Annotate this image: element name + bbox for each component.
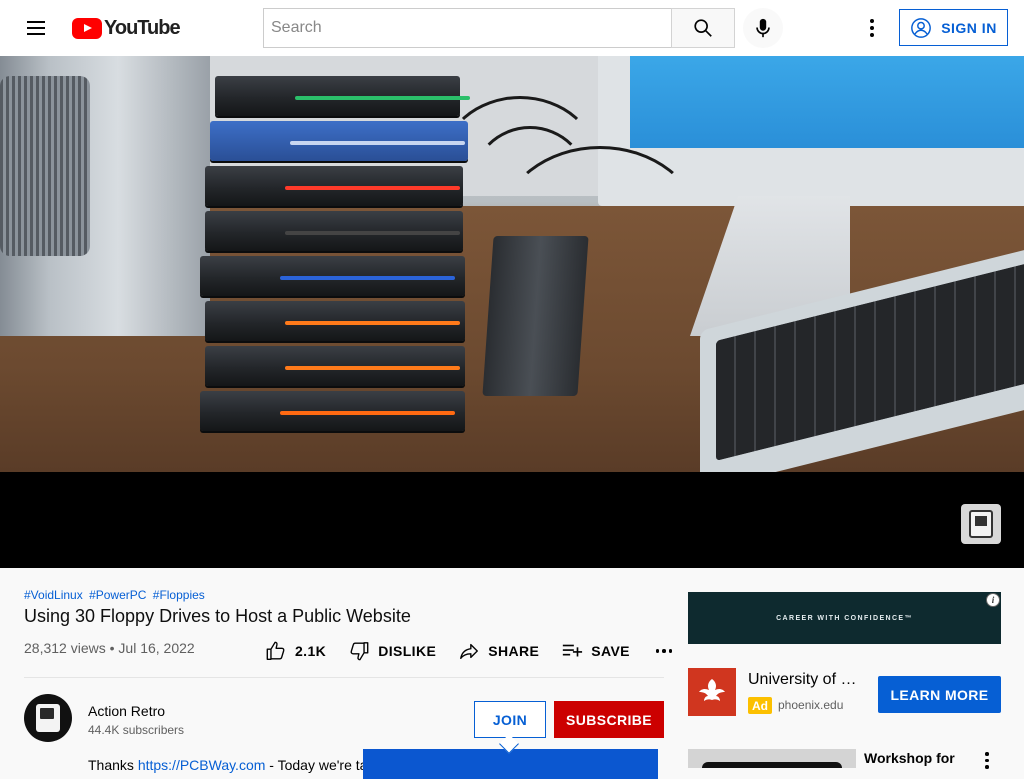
dislike-button[interactable]: DISLIKE (348, 640, 436, 662)
sign-in-button[interactable]: SIGN IN (899, 9, 1008, 46)
menu-icon (27, 21, 45, 23)
voice-search-button[interactable] (743, 8, 783, 48)
mac-icon (36, 704, 60, 732)
video-frame[interactable] (0, 56, 1024, 472)
like-icon (266, 641, 285, 660)
computer-tower-image (0, 56, 210, 336)
dislike-icon (350, 642, 369, 661)
save-button[interactable]: SAVE (561, 640, 630, 662)
video-info: #VoidLinux #PowerPC #Floppies Using 30 F… (24, 568, 673, 779)
more-vert-icon (985, 752, 989, 756)
like-button[interactable]: 2.1K (265, 640, 326, 662)
ad-banner[interactable]: CAREER WITH CONFIDENCE™ (688, 592, 1001, 644)
description-prefix: Thanks (88, 757, 138, 773)
ad-banner-text: CAREER WITH CONFIDENCE™ (776, 614, 913, 622)
dislike-label: DISLIKE (378, 643, 437, 659)
related-video-title[interactable]: Workshop for (864, 750, 955, 766)
menu-button[interactable] (16, 8, 56, 48)
view-count: 28,312 views (24, 640, 106, 656)
hashtag-link[interactable]: #Floppies (153, 588, 205, 602)
search-box[interactable] (263, 8, 672, 48)
join-tooltip (363, 749, 658, 779)
youtube-logo[interactable]: YouTube (72, 16, 181, 39)
channel-name[interactable]: Action Retro (88, 703, 165, 719)
search-icon (694, 19, 712, 37)
ad-domain: phoenix.edu (778, 698, 844, 712)
share-icon (460, 643, 479, 660)
description-text: - Today we're ta (265, 757, 368, 773)
separator: • (109, 640, 115, 656)
related-video-menu-button[interactable] (985, 752, 989, 769)
search-input[interactable] (271, 19, 671, 37)
channel-watermark[interactable] (961, 504, 1001, 544)
channel-avatar[interactable] (24, 694, 72, 742)
hashtag-link[interactable]: #VoidLinux (24, 588, 83, 602)
settings-more-button[interactable] (852, 8, 892, 48)
mic-icon (756, 18, 770, 38)
subscriber-count: 44.4K subscribers (88, 723, 185, 737)
like-count: 2.1K (295, 643, 327, 659)
view-info: 28,312 views • Jul 16, 2022 (24, 640, 195, 656)
account-icon (911, 17, 932, 38)
ad-badge: Ad (748, 697, 772, 714)
mac-icon (969, 510, 993, 538)
share-button[interactable]: SHARE (458, 640, 539, 662)
more-actions-button[interactable] (655, 649, 673, 653)
related-video-thumbnail[interactable] (688, 749, 856, 768)
playlist-add-icon (563, 644, 583, 657)
hashtag-link[interactable]: #PowerPC (89, 588, 146, 602)
divider (24, 677, 664, 678)
youtube-logo-icon (72, 17, 102, 39)
more-vert-icon (870, 19, 874, 23)
video-title: Using 30 Floppy Drives to Host a Public … (24, 606, 411, 626)
floppy-drive-stack-image (200, 76, 470, 456)
video-actions: 2.1K DISLIKE SHARE SAVE (265, 636, 673, 666)
share-label: SHARE (488, 643, 540, 659)
search-button[interactable] (671, 8, 735, 48)
ad-title[interactable]: University of Phoenix (748, 671, 864, 689)
upload-date: Jul 16, 2022 (118, 640, 195, 656)
hashtags: #VoidLinux #PowerPC #Floppies (24, 588, 208, 602)
video-player[interactable] (0, 56, 1024, 568)
subscribe-button[interactable]: SUBSCRIBE (554, 701, 664, 738)
info-icon[interactable]: i (986, 593, 1000, 607)
logo-text: YouTube (104, 16, 181, 39)
masthead: YouTube SIGN IN (0, 0, 1024, 56)
join-button[interactable]: JOIN (474, 701, 546, 738)
save-label: SAVE (591, 643, 630, 659)
phoenix-logo-icon[interactable] (688, 668, 736, 716)
more-horiz-icon (655, 649, 660, 653)
description: Thanks https://PCBWay.com - Today we're … (88, 757, 367, 773)
sign-in-label: SIGN IN (941, 19, 997, 36)
learn-more-button[interactable]: LEARN MORE (878, 676, 1001, 713)
description-link[interactable]: https://PCBWay.com (138, 757, 266, 773)
